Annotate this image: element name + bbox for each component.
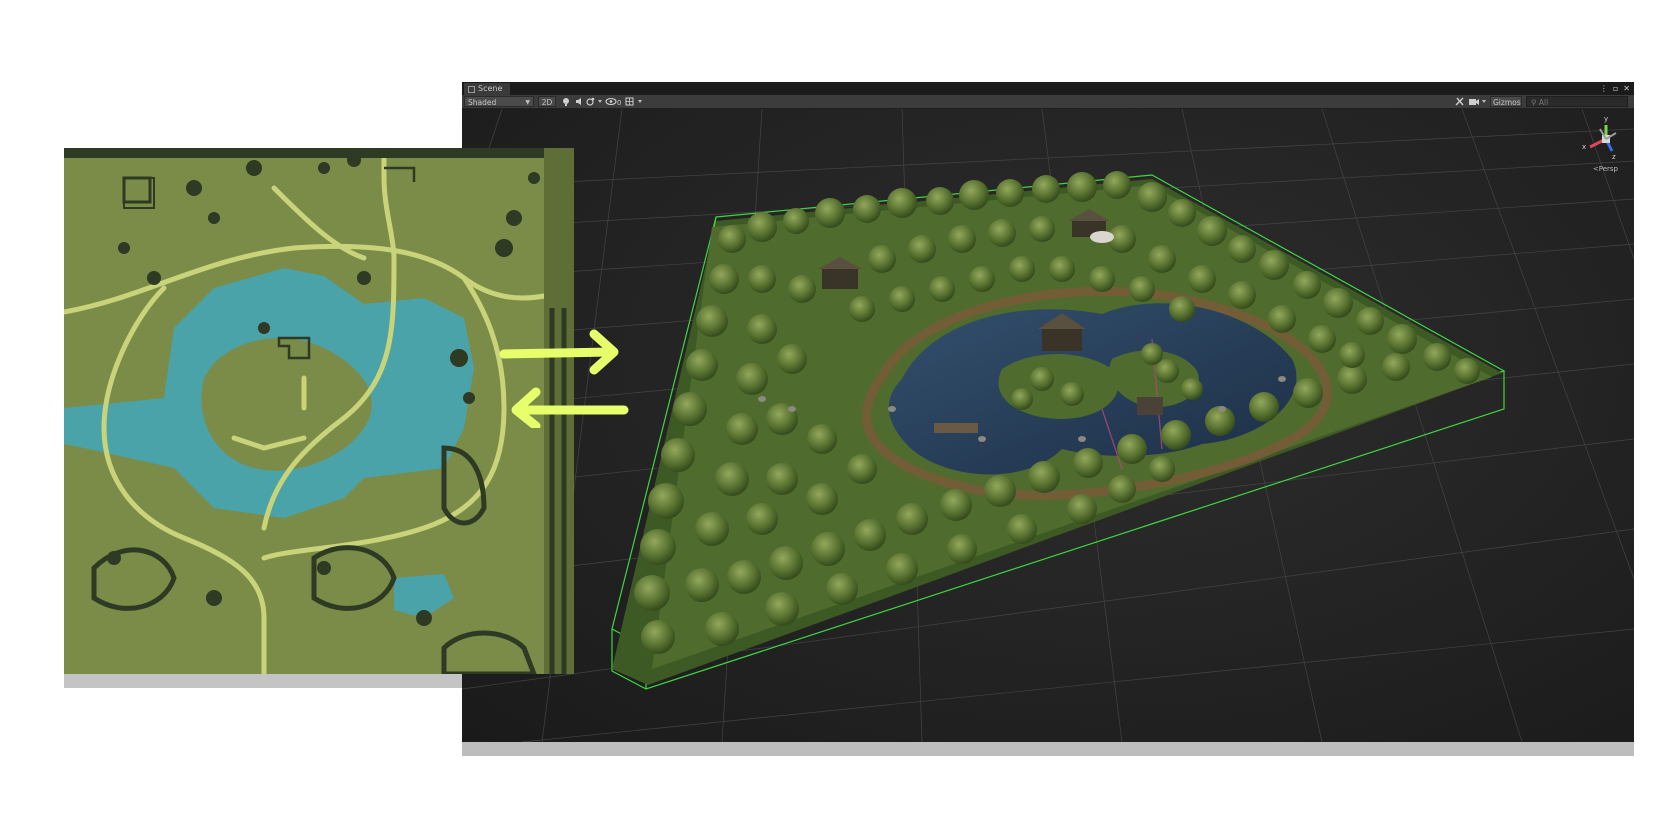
scene-search-input[interactable]: ⚲ All <box>1526 96 1628 107</box>
projection-toggle[interactable]: <Persp <box>1593 165 1618 173</box>
svg-text:0: 0 <box>617 99 621 107</box>
scene-toolbar: Shaded ▼ 2D 0 Gizmos ▼ <box>462 95 1634 117</box>
axis-y-label: y <box>1604 115 1608 123</box>
orientation-gizmo[interactable]: y x z <box>1572 111 1628 171</box>
window-controls: ⋮ ▫ ✕ <box>1600 83 1630 94</box>
search-icon: ⚲ <box>1531 98 1537 107</box>
tools-icon[interactable] <box>1454 96 1466 107</box>
effects-icon[interactable] <box>586 97 595 106</box>
draw-mode-dropdown[interactable]: Shaded ▼ <box>464 96 534 107</box>
tab-scene[interactable]: Scene <box>464 83 511 95</box>
audio-icon[interactable] <box>576 98 581 105</box>
toggle-2d-label: 2D <box>541 98 553 107</box>
conversion-arrows <box>490 318 640 431</box>
gizmos-label: Gizmos <box>1493 98 1521 107</box>
scene-tab-icon <box>468 85 475 93</box>
chevron-down-icon[interactable] <box>598 100 602 103</box>
more-options-icon[interactable]: ⋮ <box>1600 83 1608 94</box>
maximize-icon[interactable]: ▫ <box>1613 83 1618 94</box>
arrow-right-icon <box>499 329 619 375</box>
grid-icon[interactable] <box>625 97 634 106</box>
draw-mode-label: Shaded <box>468 98 497 107</box>
gizmos-dropdown[interactable]: Gizmos ▼ <box>1490 96 1522 117</box>
chevron-down-icon: ▼ <box>525 99 530 106</box>
search-placeholder: All <box>1538 98 1549 107</box>
close-icon[interactable]: ✕ <box>1623 83 1630 94</box>
tab-bar: Scene ⋮ ▫ ✕ <box>462 82 1634 95</box>
axis-x-label: x <box>1582 143 1586 151</box>
camera-icon <box>1469 99 1486 105</box>
lighting-icon[interactable] <box>563 98 569 106</box>
toolbar-toggles: 0 <box>560 96 650 107</box>
toggle-2d-button[interactable]: 2D <box>538 96 556 107</box>
arrow-left-icon <box>511 387 629 431</box>
visibility-icon[interactable]: 0 <box>605 97 621 108</box>
camera-dropdown[interactable] <box>1468 96 1488 107</box>
axis-z-label: z <box>1612 153 1616 161</box>
chevron-down-icon[interactable] <box>638 100 642 103</box>
tab-scene-label: Scene <box>478 84 503 93</box>
